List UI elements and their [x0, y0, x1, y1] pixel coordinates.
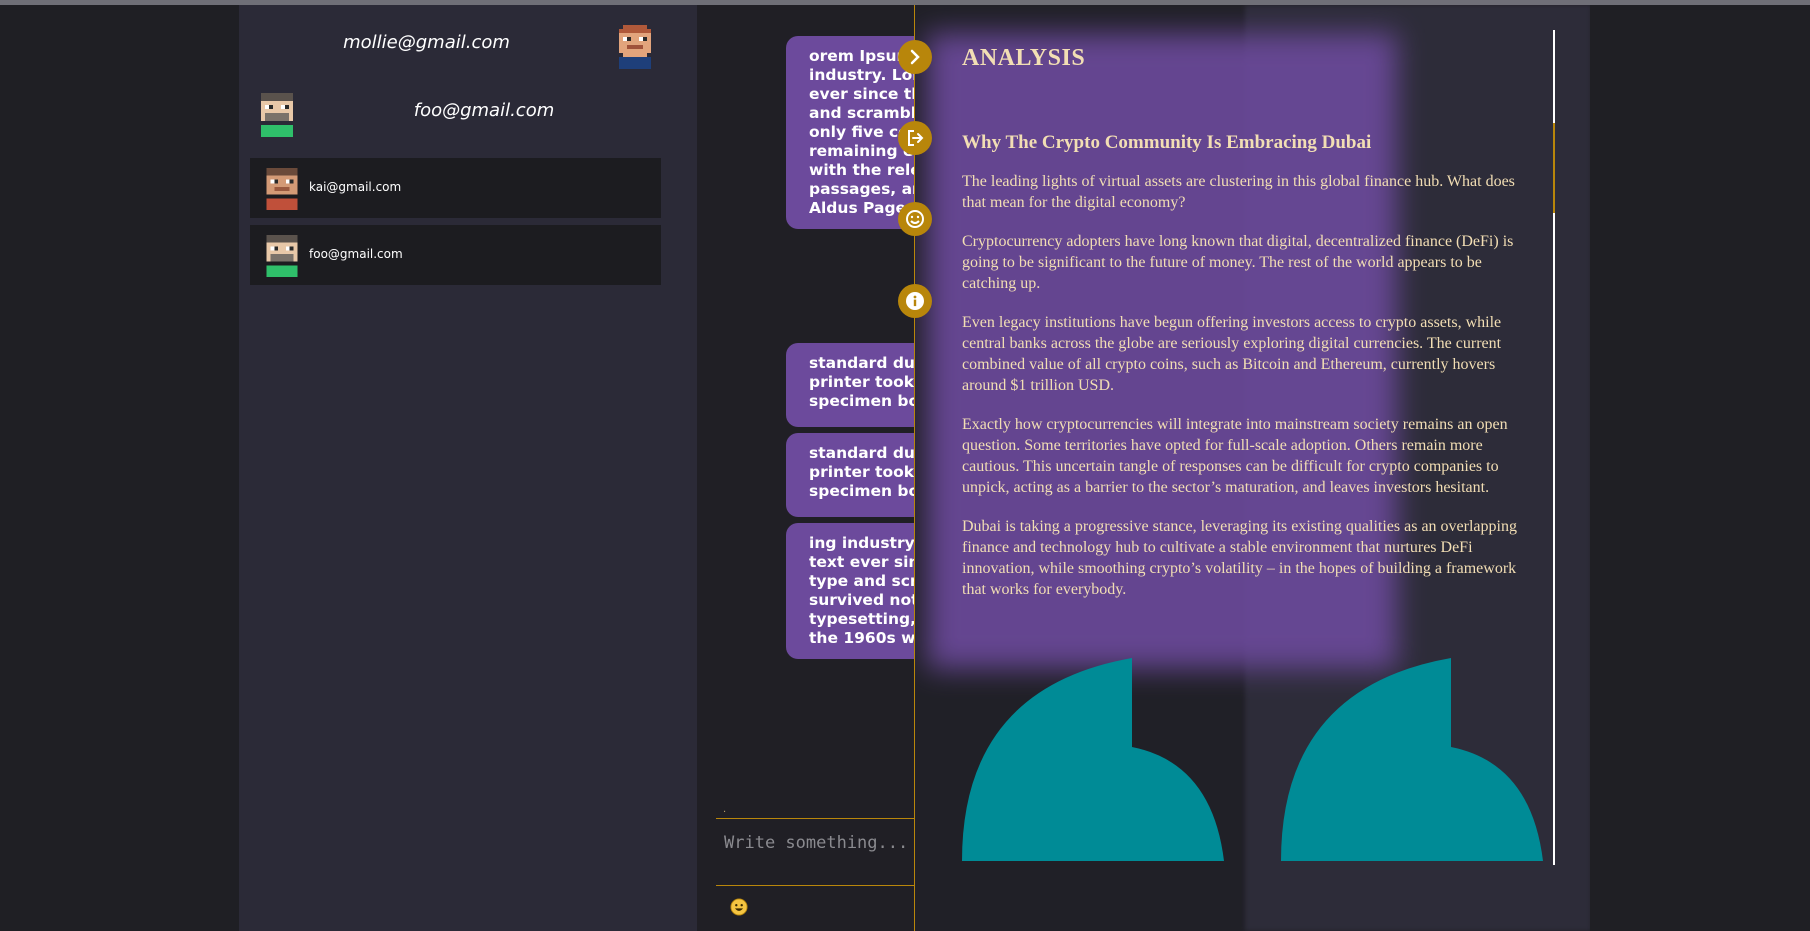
- article-kicker: ANALYSIS: [962, 45, 1086, 71]
- article-title: Why The Crypto Community Is Embracing Du…: [962, 132, 1372, 153]
- contact-list-item[interactable]: foo@gmail.com: [250, 225, 661, 285]
- right-gutter: [1590, 5, 1810, 931]
- contacts-sidebar: mollie@gmail.com foo@gmail.com kai@gmail…: [239, 5, 697, 931]
- info-icon: [906, 292, 924, 310]
- article-paragraph: Exactly how cryptocurrencies will integr…: [962, 416, 1508, 496]
- info-button[interactable]: [898, 284, 932, 318]
- active-chat-email: foo@gmail.com: [413, 100, 555, 121]
- article-paragraph: Dubai is taking a progressive stance, le…: [962, 518, 1517, 598]
- article-paragraph: The leading lights of virtual assets are…: [962, 173, 1515, 211]
- current-user-avatar[interactable]: [615, 25, 655, 69]
- collapse-panel-button[interactable]: [898, 40, 932, 74]
- quote-mark-icon: [1281, 658, 1543, 861]
- contact-list-item[interactable]: kai@gmail.com: [250, 158, 661, 218]
- logout-button[interactable]: [898, 121, 932, 155]
- smiley-icon: [906, 210, 924, 228]
- article-paragraph: Even legacy institutions have begun offe…: [962, 314, 1502, 394]
- panel-scrollbar-thumb[interactable]: [1553, 123, 1555, 213]
- composer-divider: [716, 818, 914, 819]
- contact-email: kai@gmail.com: [309, 180, 402, 194]
- contact-avatar: [266, 168, 298, 210]
- composer-divider: [716, 885, 914, 886]
- quote-mark-icon: [962, 658, 1224, 861]
- article-content: ANALYSIS Why The Crypto Community Is Emb…: [962, 45, 1538, 618]
- logout-icon: [908, 130, 924, 146]
- emoji-button[interactable]: [898, 202, 932, 236]
- contact-email: foo@gmail.com: [309, 247, 403, 261]
- message-input[interactable]: [722, 827, 914, 859]
- contact-avatar: [266, 235, 298, 277]
- active-chat-avatar: [261, 93, 293, 137]
- message-bubble: standard dur printer took specimen boo: [786, 343, 926, 427]
- message-bubble: ing industry. text ever sinc type and sc…: [786, 523, 926, 659]
- chevron-right-icon: [910, 49, 920, 65]
- composer-marker: .: [723, 804, 727, 815]
- article-panel: ANALYSIS Why The Crypto Community Is Emb…: [914, 5, 1591, 931]
- emoji-picker-icon[interactable]: [730, 898, 748, 916]
- message-bubble: standard dur printer took specimen boo: [786, 433, 926, 517]
- current-user-email: mollie@gmail.com: [343, 32, 510, 53]
- chat-area: orem Ipsum industry. Lor ever since th a…: [697, 5, 926, 931]
- article-paragraph: Cryptocurrency adopters have long known …: [962, 233, 1514, 292]
